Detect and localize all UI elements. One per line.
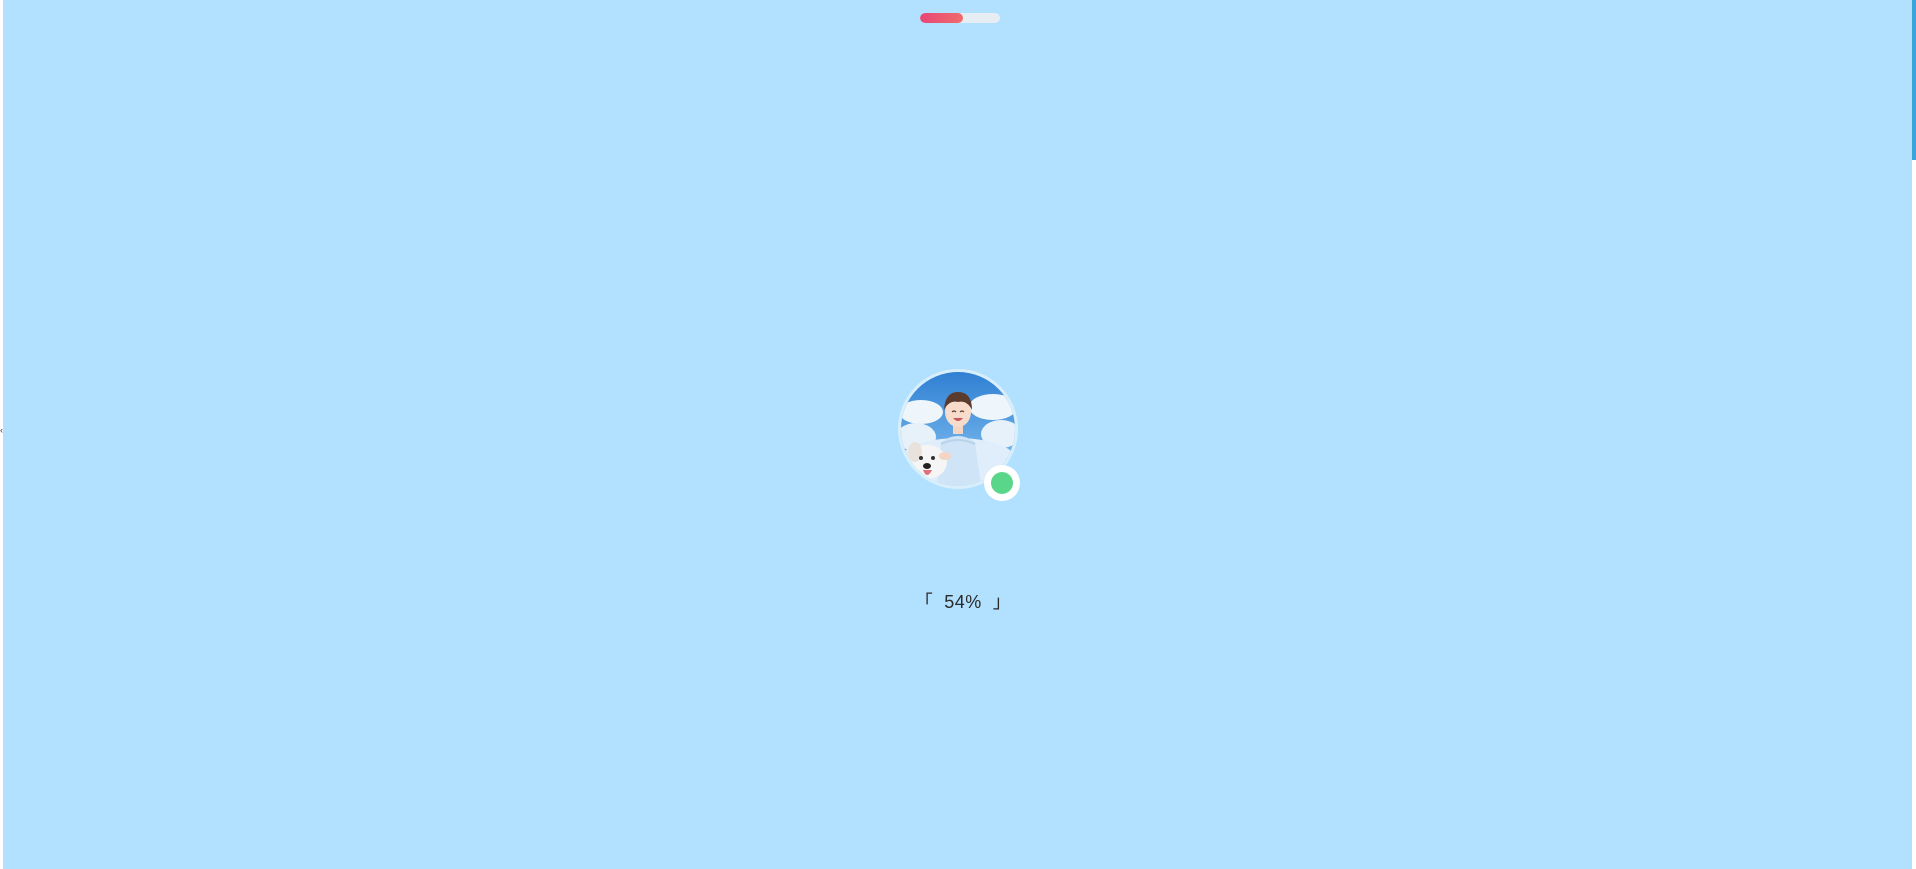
loading-screen: 「 54% 」: [3, 0, 1912, 869]
top-progress-bar: [920, 13, 1000, 23]
edge-cursor-mark: ‹: [0, 425, 3, 435]
online-status-indicator: [984, 465, 1020, 501]
scrollbar-thumb[interactable]: [1912, 0, 1916, 160]
avatar-container: [898, 369, 1024, 501]
top-progress-fill: [920, 13, 964, 23]
loading-percent-text: 「 54% 」: [914, 592, 1012, 612]
status-dot-icon: [991, 472, 1013, 494]
